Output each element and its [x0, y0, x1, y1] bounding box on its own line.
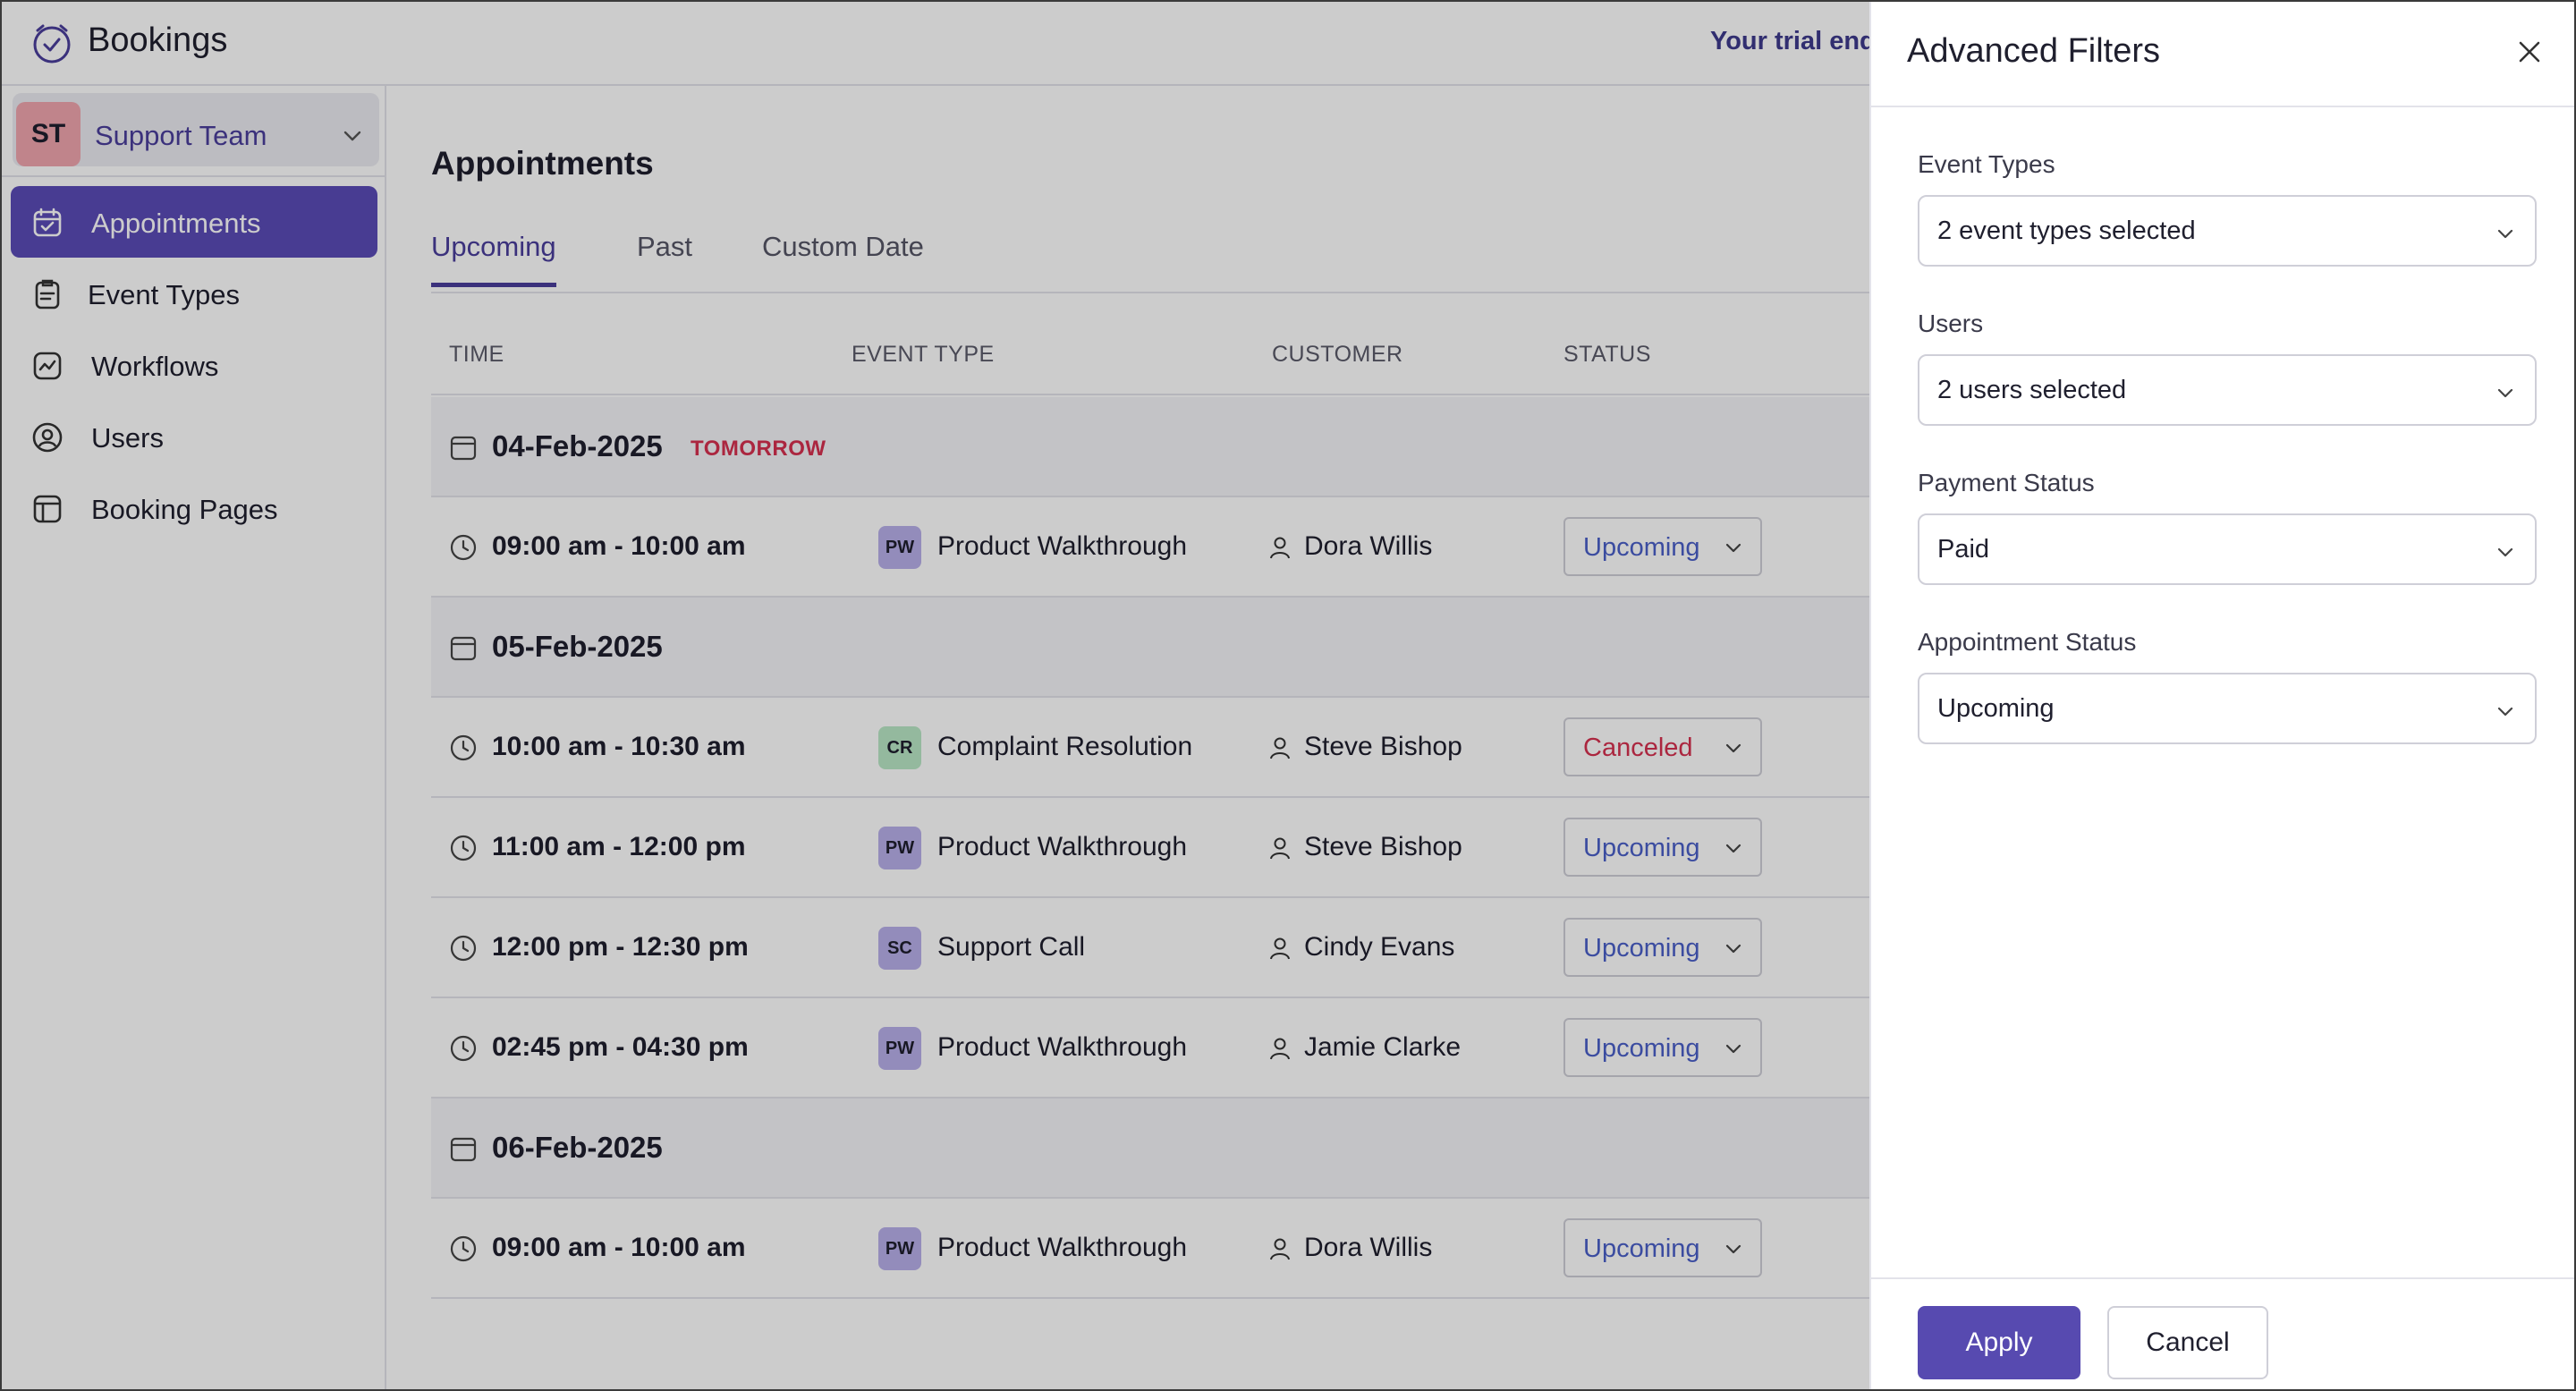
- appointment-status-value: Upcoming: [1937, 694, 2055, 723]
- cancel-button[interactable]: Cancel: [2107, 1306, 2268, 1379]
- appointment-status-select[interactable]: Upcoming: [1918, 673, 2537, 744]
- payment-status-value: Paid: [1937, 535, 1990, 564]
- users-select[interactable]: 2 users selected: [1918, 354, 2537, 426]
- chevron-down-icon: [2497, 547, 2513, 557]
- advanced-filters-panel: Advanced Filters Event Types 2 event typ…: [1869, 2, 2574, 1389]
- chevron-down-icon: [2497, 229, 2513, 239]
- panel-footer: Apply Cancel: [1871, 1277, 2574, 1389]
- chevron-down-icon: [2497, 388, 2513, 398]
- app-window: Bookings Your trial ends ST Support Team…: [0, 0, 2576, 1391]
- close-icon[interactable]: [2515, 38, 2544, 66]
- panel-title: Advanced Filters: [1907, 32, 2161, 70]
- users-label: Users: [1918, 310, 1984, 337]
- panel-header: Advanced Filters: [1871, 2, 2574, 107]
- appointment-status-label: Appointment Status: [1918, 628, 2137, 656]
- modal-backdrop[interactable]: [2, 2, 1869, 1389]
- event-types-label: Event Types: [1918, 150, 2055, 178]
- apply-button[interactable]: Apply: [1918, 1306, 2080, 1379]
- event-types-select[interactable]: 2 event types selected: [1918, 195, 2537, 267]
- users-value: 2 users selected: [1937, 376, 2127, 404]
- event-types-value: 2 event types selected: [1937, 216, 2196, 245]
- payment-status-select[interactable]: Paid: [1918, 513, 2537, 585]
- payment-status-label: Payment Status: [1918, 469, 2095, 496]
- chevron-down-icon: [2497, 707, 2513, 717]
